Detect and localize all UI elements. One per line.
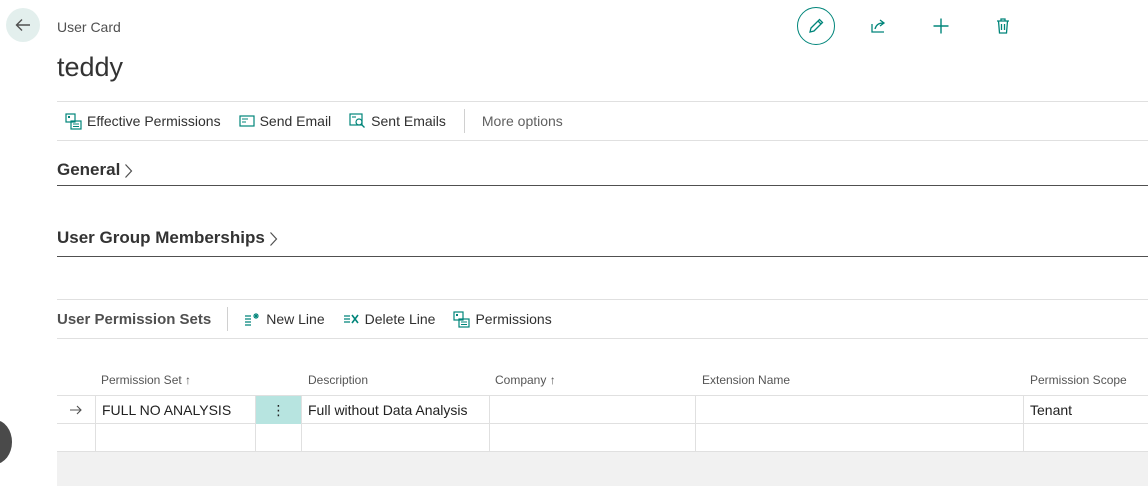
row-menu-button[interactable] (256, 424, 302, 452)
cell-permission-scope[interactable]: Tenant (1024, 396, 1148, 424)
chevron-right-icon (269, 232, 278, 246)
permission-bar-separator (227, 307, 229, 331)
sent-emails-label: Sent Emails (371, 113, 446, 129)
row-indicator (57, 396, 96, 424)
more-vertical-icon: ⋮ (271, 402, 286, 418)
page-caption: User Card (57, 19, 121, 35)
table-row-empty[interactable] (57, 424, 1148, 452)
permissions-icon (65, 112, 82, 130)
cell-permission-set[interactable]: FULL NO ANALYSIS (96, 396, 256, 424)
table-row[interactable]: FULL NO ANALYSIS ⋮ Full without Data Ana… (57, 396, 1148, 424)
delete-line-button[interactable]: Delete Line (343, 311, 436, 327)
row-menu-button[interactable]: ⋮ (256, 396, 302, 424)
column-header-permission-scope[interactable]: Permission Scope (1030, 373, 1127, 387)
edit-button[interactable] (797, 7, 835, 45)
row-indicator (57, 424, 96, 452)
email-icon (238, 115, 255, 127)
permission-sets-title: User Permission Sets (57, 310, 212, 328)
permission-sets-grid: Permission Set ↑ Description Company ↑ E… (57, 364, 1148, 452)
column-header-permission-set[interactable]: Permission Set ↑ (101, 373, 191, 387)
effective-permissions-button[interactable]: Effective Permissions (65, 112, 221, 130)
new-line-button[interactable]: New Line (244, 311, 325, 327)
permission-sets-bar: User Permission Sets New Line Delete Lin… (57, 299, 1148, 339)
section-general-title: General (57, 160, 121, 179)
cell-description[interactable]: Full without Data Analysis (302, 396, 490, 424)
column-header-description[interactable]: Description (308, 373, 368, 387)
grid-footer (57, 452, 1148, 486)
new-line-label: New Line (266, 311, 325, 327)
grid-header: Permission Set ↑ Description Company ↑ E… (57, 364, 1148, 396)
cell-company[interactable] (490, 396, 696, 424)
chevron-right-icon (125, 164, 133, 178)
section-general[interactable]: General (57, 160, 1148, 186)
side-panel-toggle[interactable] (0, 420, 12, 464)
back-button[interactable] (6, 8, 40, 42)
permissions-label: Permissions (475, 311, 552, 327)
page-title: teddy (57, 52, 124, 82)
sort-ascending-icon: ↑ (185, 373, 192, 387)
section-user-groups[interactable]: User Group Memberships (57, 228, 1148, 257)
cell-extension-name[interactable] (696, 396, 1024, 424)
more-options-button[interactable]: More options (482, 113, 563, 129)
trash-icon (997, 18, 1009, 34)
cell-description[interactable] (302, 424, 490, 452)
delete-line-label: Delete Line (364, 311, 436, 327)
top-action-group (797, 7, 1015, 45)
permissions-button[interactable]: Permissions (453, 310, 552, 328)
send-email-button[interactable]: Send Email (238, 113, 332, 129)
column-header-company[interactable]: Company ↑ (495, 373, 556, 387)
delete-button[interactable] (991, 14, 1015, 38)
arrow-right-icon (70, 405, 82, 415)
cell-permission-set[interactable] (96, 424, 256, 452)
action-bar: Effective Permissions Send Email Sent Em… (57, 101, 1148, 141)
column-header-extension-name[interactable]: Extension Name (702, 373, 790, 387)
cell-permission-scope[interactable] (1024, 424, 1148, 452)
send-email-label: Send Email (259, 113, 332, 129)
delete-line-icon (343, 314, 359, 323)
sent-emails-button[interactable]: Sent Emails (349, 113, 446, 129)
section-user-groups-title: User Group Memberships (57, 228, 265, 247)
action-separator (463, 109, 465, 133)
cell-company[interactable] (490, 424, 696, 452)
plus-icon (933, 18, 949, 34)
arrow-left-icon (15, 19, 30, 31)
new-button[interactable] (929, 14, 953, 38)
pencil-icon (809, 18, 824, 33)
new-line-icon (245, 312, 260, 326)
effective-permissions-label: Effective Permissions (87, 113, 221, 129)
share-button[interactable] (867, 14, 891, 38)
cell-extension-name[interactable] (696, 424, 1024, 452)
permissions-icon (453, 310, 471, 328)
share-icon (871, 19, 886, 33)
sent-emails-icon (349, 113, 366, 128)
sort-ascending-icon: ↑ (549, 373, 556, 387)
